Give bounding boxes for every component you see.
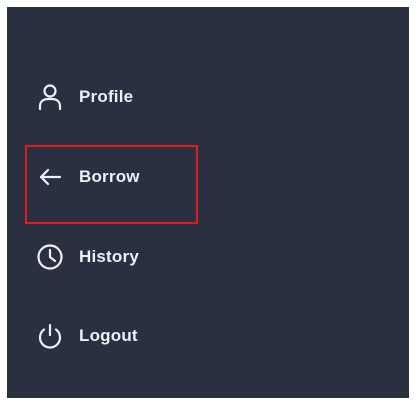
power-icon — [35, 321, 65, 351]
sidebar: Profile Borrow History Logout — [7, 7, 409, 398]
sidebar-item-label: Profile — [79, 87, 134, 106]
sidebar-item-label: History — [79, 247, 139, 266]
arrow-left-icon — [35, 162, 65, 192]
sidebar-item-label: Borrow — [79, 167, 140, 186]
clock-icon — [35, 242, 65, 272]
sidebar-item-profile[interactable]: Profile — [7, 72, 207, 122]
sidebar-item-label: Logout — [79, 326, 138, 345]
sidebar-item-history[interactable]: History — [7, 232, 207, 282]
sidebar-item-logout[interactable]: Logout — [7, 311, 207, 361]
sidebar-item-borrow[interactable]: Borrow — [7, 152, 207, 202]
user-icon — [35, 82, 65, 112]
